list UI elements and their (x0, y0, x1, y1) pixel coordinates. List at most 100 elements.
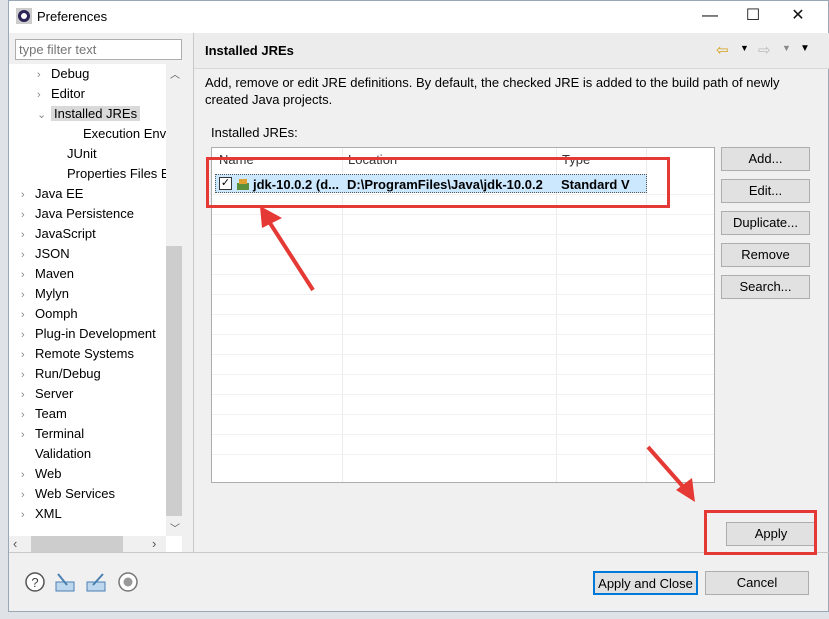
import-icon[interactable] (54, 571, 76, 593)
add-button[interactable]: Add... (721, 147, 810, 171)
help-icon[interactable]: ? (24, 571, 46, 593)
page-description: Add, remove or edit JRE definitions. By … (205, 75, 780, 90)
tree-item[interactable]: › Web Services (21, 484, 115, 504)
scroll-right-icon[interactable]: › (152, 536, 156, 551)
svg-text:?: ? (31, 575, 38, 590)
tree-item-label: JavaScript (35, 226, 96, 241)
forward-menu-icon[interactable]: ▼ (782, 43, 791, 53)
tree-item[interactable]: JUnit (53, 144, 97, 164)
tree-item-label: Validation (35, 446, 92, 461)
expand-chevron-icon[interactable]: › (37, 65, 51, 85)
expand-chevron-icon[interactable]: › (21, 465, 35, 485)
tree-item[interactable]: › Team (21, 404, 67, 424)
title-bar: Preferences — ☐ ✕ (9, 1, 828, 33)
tree-item-label: Remote Systems (35, 346, 134, 361)
expand-chevron-icon[interactable]: › (21, 385, 35, 405)
tree-item[interactable]: › Terminal (21, 424, 84, 444)
expand-chevron-icon[interactable]: › (21, 325, 35, 345)
expand-chevron-icon[interactable]: › (21, 205, 35, 225)
expand-chevron-icon[interactable]: › (21, 305, 35, 325)
view-menu-icon[interactable]: ▼ (800, 43, 810, 54)
annotation-highlight-jre (206, 157, 670, 208)
expand-chevron-icon[interactable]: › (21, 245, 35, 265)
tree-item-label: Maven (35, 266, 75, 281)
tree-item[interactable]: › Mylyn (21, 284, 69, 304)
page-description-2: created Java projects. (205, 92, 333, 107)
tree-item[interactable]: ⌄ Installed JREs (37, 104, 141, 125)
expand-chevron-icon[interactable]: › (21, 345, 35, 365)
page-header: Installed JREs ⇦ ▼ ⇨ ▼ ▼ (194, 33, 829, 69)
tree-item-label: Mylyn (35, 286, 69, 301)
expand-chevron-icon[interactable]: › (21, 185, 35, 205)
expand-chevron-icon[interactable]: ⌄ (37, 105, 51, 125)
tree-item-label: Properties Files Edi (67, 166, 180, 181)
tree-item[interactable]: Validation (21, 444, 91, 464)
cancel-button[interactable]: Cancel (705, 571, 809, 595)
tree-item-label: Web (35, 466, 62, 481)
tree-item[interactable]: › Editor (37, 84, 85, 104)
minimize-button[interactable]: — (695, 5, 725, 27)
tree-item[interactable]: › XML (21, 504, 62, 524)
tree-item[interactable]: › Plug-in Development (21, 324, 156, 344)
expand-chevron-icon[interactable]: › (21, 285, 35, 305)
tree-item-label: Debug (51, 66, 90, 81)
duplicate-button[interactable]: Duplicate... (721, 211, 810, 235)
search-button[interactable]: Search... (721, 275, 810, 299)
tree-item[interactable]: › Debug (37, 64, 89, 84)
tree-item-label: Installed JREs (51, 106, 141, 121)
filter-input[interactable] (15, 39, 182, 60)
tree-item[interactable]: › Server (21, 384, 73, 404)
back-menu-icon[interactable]: ▼ (740, 43, 749, 53)
tree-item-label: Web Services (35, 486, 115, 501)
page-title: Installed JREs (205, 43, 294, 58)
tree-item[interactable]: › Maven (21, 264, 74, 284)
tree-item-label: XML (35, 506, 62, 521)
tree-item-label: Run/Debug (35, 366, 101, 381)
window-title: Preferences (37, 9, 108, 24)
tree-item-label: Java Persistence (35, 206, 134, 221)
tree-item-label: Java EE (35, 186, 84, 201)
tree-item[interactable]: › Java Persistence (21, 204, 134, 224)
tree-item[interactable]: › Oomph (21, 304, 78, 324)
expand-chevron-icon[interactable]: › (37, 85, 51, 105)
record-icon[interactable] (117, 571, 139, 593)
scroll-down-icon[interactable]: ﹀ (170, 520, 180, 535)
forward-arrow-icon[interactable]: ⇨ (758, 41, 771, 59)
export-icon[interactable] (85, 571, 107, 593)
tree-item[interactable]: › Run/Debug (21, 364, 101, 384)
expand-chevron-icon[interactable]: › (21, 225, 35, 245)
tree-item[interactable]: Execution Enviro (69, 124, 181, 144)
annotation-highlight-apply (704, 510, 817, 555)
tree-item-label: Plug-in Development (35, 326, 156, 341)
tree-item-label: Oomph (35, 306, 78, 321)
remove-button[interactable]: Remove (721, 243, 810, 267)
tree-item[interactable]: Properties Files Edi (53, 164, 180, 184)
tree-item[interactable]: › Web (21, 464, 62, 484)
back-arrow-icon[interactable]: ⇦ (716, 41, 729, 59)
splitter[interactable] (193, 33, 194, 553)
tree-item[interactable]: › Java EE (21, 184, 83, 204)
expand-chevron-icon[interactable]: › (21, 365, 35, 385)
maximize-button[interactable]: ☐ (738, 5, 768, 27)
tree-scroll-thumb[interactable] (166, 246, 182, 516)
tree-item[interactable]: › JavaScript (21, 224, 96, 244)
expand-chevron-icon[interactable]: › (21, 405, 35, 425)
tree-item-label: Editor (51, 86, 85, 101)
edit-button[interactable]: Edit... (721, 179, 810, 203)
scroll-left-icon[interactable]: ‹ (13, 536, 17, 551)
expand-chevron-icon[interactable]: › (21, 425, 35, 445)
expand-chevron-icon[interactable]: › (21, 505, 35, 525)
preference-tree: › XML › Web Services › Web Validation › Terminal… (9, 64, 182, 552)
close-button[interactable]: ✕ (783, 5, 813, 27)
apply-and-close-button[interactable]: Apply and Close (593, 571, 698, 595)
tree-horizontal-scrollbar[interactable]: ‹ › (9, 536, 166, 552)
tree-item[interactable]: › Remote Systems (21, 344, 134, 364)
tree-hscroll-thumb[interactable] (31, 536, 123, 552)
expand-chevron-icon[interactable]: › (21, 265, 35, 285)
scroll-up-icon[interactable]: ︿ (170, 66, 180, 81)
expand-chevron-icon[interactable]: › (21, 485, 35, 505)
tree-item[interactable]: › JSON (21, 244, 70, 264)
tree-vertical-scrollbar[interactable]: ︿ ﹀ (166, 64, 182, 536)
tree-item-label: JUnit (67, 146, 97, 161)
tree-item-label: Terminal (35, 426, 85, 441)
